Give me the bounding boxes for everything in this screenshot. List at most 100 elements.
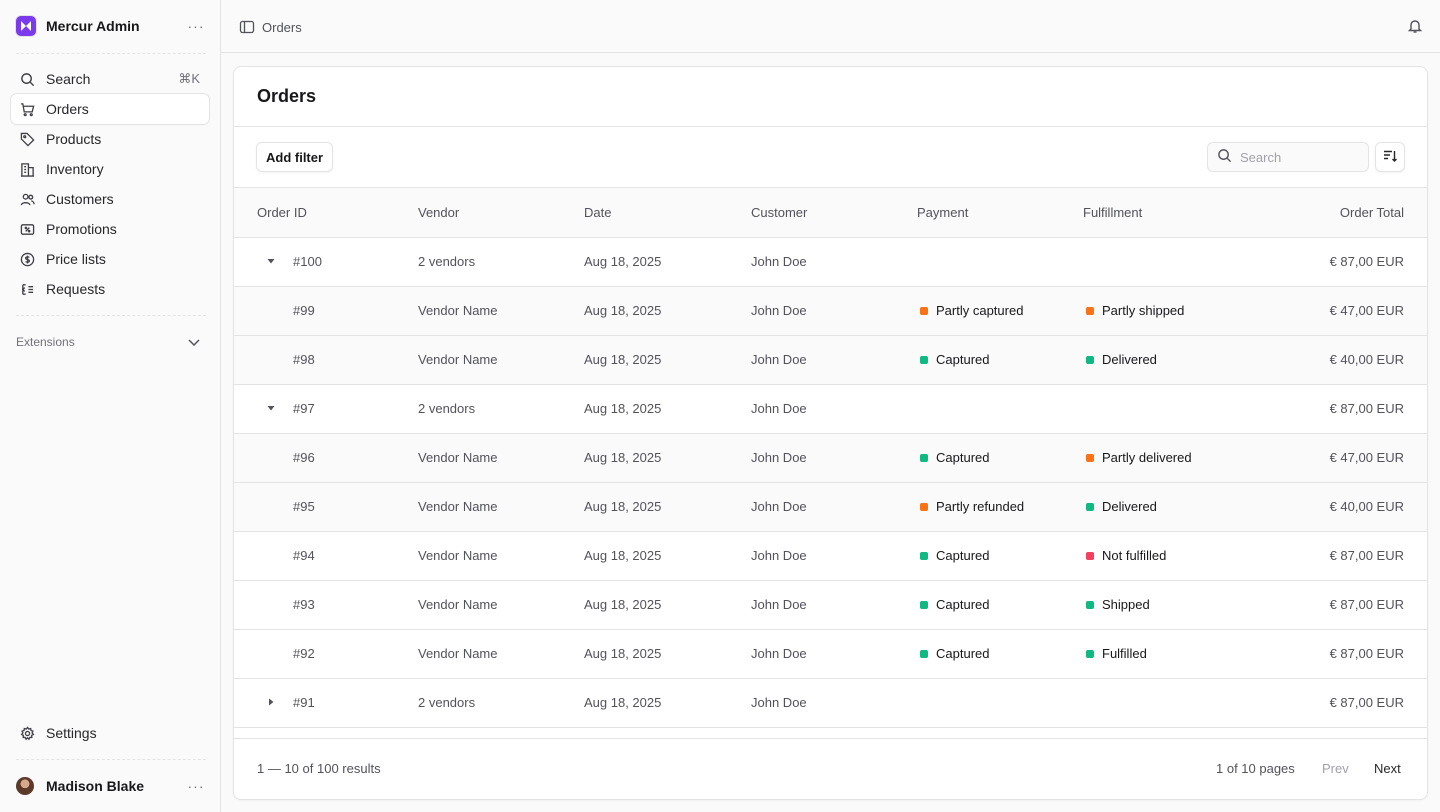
cell-date: Aug 18, 2025 — [584, 237, 751, 287]
order-id[interactable]: #95 — [293, 499, 315, 514]
cell-customer: John Doe — [751, 335, 917, 385]
status-label: Captured — [936, 352, 990, 367]
sidebar-item-orders[interactable]: Orders — [11, 94, 209, 124]
cell-payment — [917, 384, 1083, 434]
column-header-payment[interactable]: Payment — [917, 188, 1083, 238]
divider — [16, 53, 206, 54]
caret-down-icon[interactable] — [266, 401, 276, 416]
user-menu[interactable]: Madison Blake ··· — [16, 776, 206, 796]
order-id[interactable]: #99 — [293, 303, 315, 318]
order-id[interactable]: #94 — [293, 548, 315, 563]
status-label: Shipped — [1102, 597, 1150, 612]
status-dot — [1086, 306, 1094, 315]
cell-payment — [917, 237, 1083, 287]
caret-right-icon[interactable] — [266, 695, 276, 710]
users-icon — [19, 191, 35, 207]
table-row[interactable]: #97 2 vendors Aug 18, 2025 John Doe € 87,00 … — [234, 384, 1427, 434]
cell-order-total: € 47,00 EUR — [1249, 286, 1427, 336]
cell-vendor: Vendor Name — [418, 531, 584, 581]
sidebar-item-label: Inventory — [46, 161, 104, 177]
table-row[interactable]: #91 2 vendors Aug 18, 2025 John Doe € 87,00 … — [234, 678, 1427, 728]
chevron-down-icon — [186, 334, 202, 353]
status-label: Partly refunded — [936, 499, 1025, 514]
page-count: 1 of 10 pages — [1216, 761, 1295, 776]
more-horizontal-icon[interactable]: ··· — [186, 776, 206, 796]
cell-payment: Partly refunded — [917, 482, 1083, 532]
cell-order-total: € 87,00 EUR — [1249, 384, 1427, 434]
sidebar-item-price-lists[interactable]: Price lists — [11, 244, 209, 274]
sidebar-item-products[interactable]: Products — [11, 124, 209, 154]
bell-icon[interactable] — [1407, 18, 1423, 37]
cell-vendor: Vendor Name — [418, 629, 584, 679]
store-switcher[interactable]: Mercur Admin ··· — [16, 16, 206, 36]
cell-order-id: #98 — [234, 335, 418, 385]
column-header-fulfillment[interactable]: Fulfillment — [1083, 188, 1249, 238]
table-row[interactable]: #98 Vendor Name Aug 18, 2025 John Doe Captur… — [234, 335, 1427, 385]
cell-fulfillment: Delivered — [1083, 482, 1249, 532]
cell-vendor: Vendor Name — [418, 580, 584, 630]
cell-vendor: 2 vendors — [418, 237, 584, 287]
prev-page-button[interactable]: Prev — [1322, 761, 1349, 776]
extensions-label: Extensions — [16, 335, 75, 349]
caret-down-icon[interactable] — [266, 254, 276, 269]
sidebar-item-customers[interactable]: Customers — [11, 184, 209, 214]
order-id[interactable]: #92 — [293, 646, 315, 661]
topbar: Orders — [221, 0, 1440, 53]
extensions-toggle[interactable]: Extensions — [16, 332, 202, 352]
table-row[interactable]: #94 Vendor Name Aug 18, 2025 John Doe Captur… — [234, 531, 1427, 581]
cell-fulfillment: Delivered — [1083, 335, 1249, 385]
table-row[interactable]: #93 Vendor Name Aug 18, 2025 John Doe Captur… — [234, 580, 1427, 630]
cell-customer: John Doe — [751, 678, 917, 728]
sidebar-item-inventory[interactable]: Inventory — [11, 154, 209, 184]
status-dot — [920, 502, 928, 511]
search-input[interactable] — [1240, 149, 1350, 165]
currency-dollar-icon — [19, 251, 35, 267]
table-row[interactable]: #100 2 vendors Aug 18, 2025 John Doe € 87,00… — [234, 237, 1427, 287]
cell-fulfillment — [1083, 237, 1249, 287]
status-dot — [1086, 551, 1094, 560]
status-dot — [1086, 649, 1094, 658]
table-row[interactable]: #92 Vendor Name Aug 18, 2025 John Doe Captur… — [234, 629, 1427, 679]
table-row[interactable]: #99 Vendor Name Aug 18, 2025 John Doe Partly… — [234, 286, 1427, 336]
column-header-order-total[interactable]: Order Total — [1249, 188, 1427, 238]
cell-payment: Captured — [917, 335, 1083, 385]
column-header-vendor[interactable]: Vendor — [418, 188, 584, 238]
cell-order-total: € 87,00 EUR — [1249, 531, 1427, 581]
search-icon — [19, 71, 35, 87]
sidebar-item-search[interactable]: Search ⌘K — [11, 64, 209, 94]
breadcrumb-item[interactable]: Orders — [262, 20, 302, 35]
order-id[interactable]: #97 — [293, 401, 315, 416]
payment-status-badge: Partly refunded — [917, 499, 1083, 514]
sort-button[interactable] — [1375, 142, 1405, 172]
order-id[interactable]: #98 — [293, 352, 315, 367]
search-box[interactable] — [1207, 142, 1369, 172]
column-header-customer[interactable]: Customer — [751, 188, 917, 238]
sidebar: Mercur Admin ··· Search ⌘K Orders Produc… — [0, 0, 221, 812]
column-header-date[interactable]: Date — [584, 188, 751, 238]
more-horizontal-icon[interactable]: ··· — [186, 16, 206, 36]
sort-descending-icon — [1382, 148, 1398, 167]
sidebar-item-requests[interactable]: Requests — [11, 274, 209, 304]
sidebar-item-promotions[interactable]: Promotions — [11, 214, 209, 244]
order-id[interactable]: #96 — [293, 450, 315, 465]
status-label: Captured — [936, 597, 990, 612]
sidebar-toggle-icon[interactable] — [239, 19, 255, 35]
status-label: Not fulfilled — [1102, 548, 1167, 563]
next-page-button[interactable]: Next — [1374, 761, 1401, 776]
order-id[interactable]: #100 — [293, 254, 322, 269]
order-id[interactable]: #93 — [293, 597, 315, 612]
column-header-order-id[interactable]: Order ID — [234, 188, 418, 238]
cell-customer: John Doe — [751, 286, 917, 336]
table-row[interactable]: #96 Vendor Name Aug 18, 2025 John Doe Captur… — [234, 433, 1427, 483]
table-row[interactable]: #95 Vendor Name Aug 18, 2025 John Doe Partly… — [234, 482, 1427, 532]
sidebar-item-settings[interactable]: Settings — [11, 718, 209, 748]
sidebar-item-label: Price lists — [46, 251, 106, 267]
status-label: Partly captured — [936, 303, 1024, 318]
order-id[interactable]: #91 — [293, 695, 315, 710]
add-filter-button[interactable]: Add filter — [256, 142, 334, 172]
cell-date: Aug 18, 2025 — [584, 531, 751, 581]
cell-order-id: #95 — [234, 482, 418, 532]
fulfillment-status-badge: Delivered — [1083, 499, 1249, 514]
cell-fulfillment — [1083, 384, 1249, 434]
cell-payment — [917, 678, 1083, 728]
